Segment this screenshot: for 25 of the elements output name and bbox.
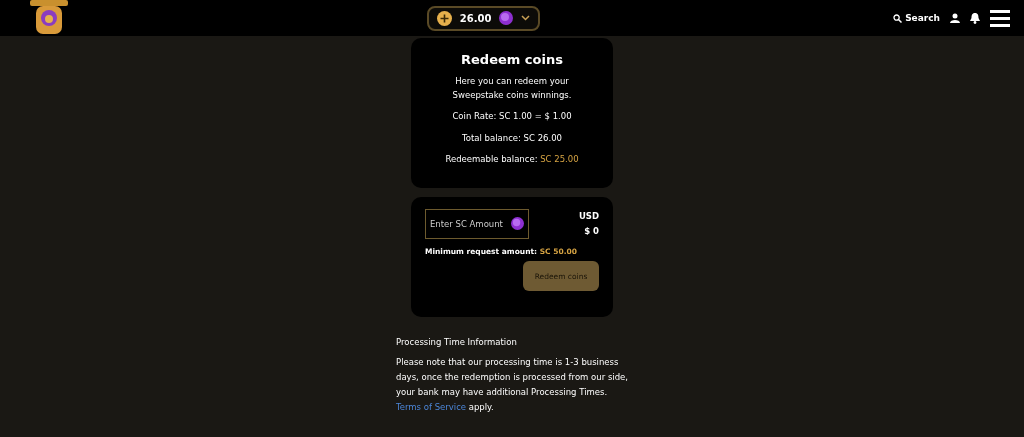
plus-icon[interactable] (436, 10, 452, 26)
description: Here you can redeem your Sweepstake coins winnings. (452, 75, 572, 102)
chevron-down-icon (521, 15, 531, 21)
balance-amount: 26.00 (459, 12, 492, 24)
amount-field[interactable]: Enter SC Amount (425, 209, 529, 239)
user-button[interactable] (950, 13, 960, 23)
currency-label: USD (578, 211, 599, 221)
coin-rate: Coin Rate: SC 1.00 = $ 1.00 (452, 110, 572, 124)
menu-icon (990, 9, 1010, 27)
user-icon (950, 13, 960, 23)
info-paragraph: Please note that our processing time is 1-3 business days, once the redemption is processed from our side, your bank may have additional Processing Times. Terms of Service apply. (396, 356, 628, 414)
search-icon (893, 13, 903, 23)
coin-icon (511, 217, 524, 230)
menu-button[interactable] (990, 9, 1010, 27)
converted-amount: $ 0 (584, 226, 599, 236)
terms-link[interactable]: Terms of Service (396, 401, 467, 412)
coin-icon (499, 11, 514, 25)
balance-selector[interactable]: 26.00 (426, 5, 541, 31)
search-button[interactable]: Search (893, 13, 940, 23)
total-balance: Total balance: SC 26.00 (462, 131, 562, 145)
info-heading: Processing Time Information (396, 337, 518, 347)
bell-icon (970, 12, 980, 24)
card-title: Redeem coins (461, 52, 563, 67)
notification-button[interactable] (970, 12, 980, 24)
redeemable-balance: Redeemable balance: SC 25.00 (445, 153, 579, 167)
